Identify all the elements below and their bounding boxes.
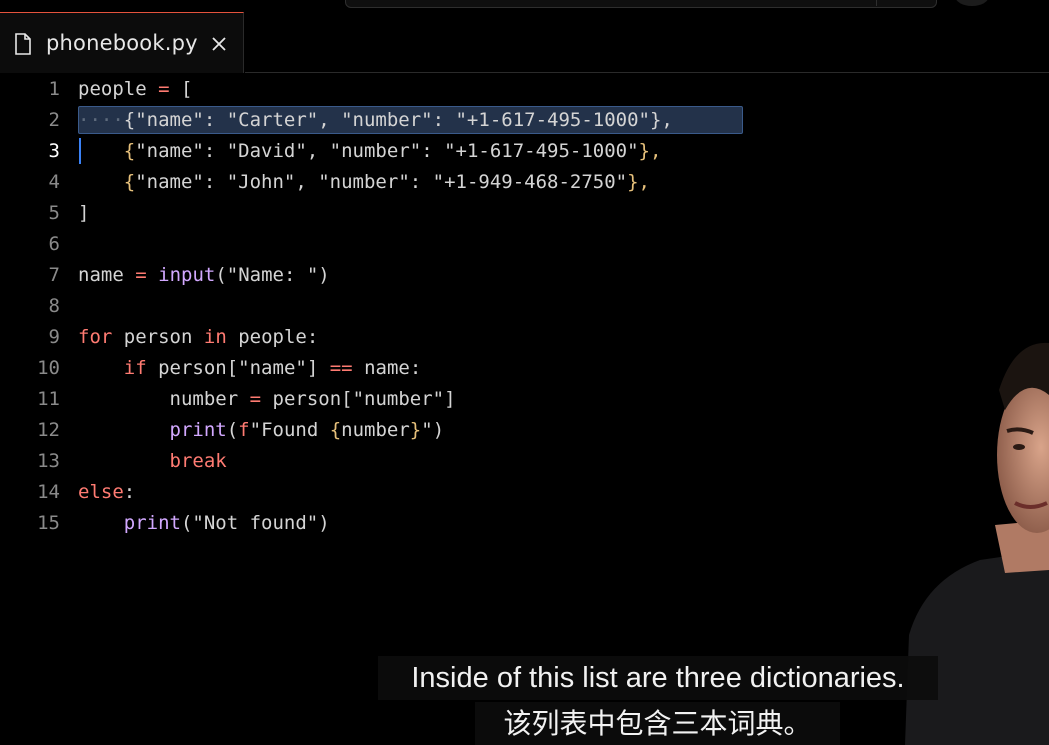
- code-text: people = [: [78, 78, 193, 100]
- close-icon[interactable]: [210, 35, 228, 53]
- line-number: 6: [48, 233, 60, 255]
- subtitle-english: Inside of this list are three dictionari…: [378, 656, 938, 700]
- line-number: 7: [48, 264, 60, 286]
- code-line: 15 print("Not found"): [0, 508, 1049, 539]
- tab-filename: phonebook.py: [46, 31, 198, 55]
- command-search-bar[interactable]: [345, 0, 937, 8]
- code-line: 7 name = input("Name: "): [0, 260, 1049, 291]
- code-line: 10 if person["name"] == name:: [0, 353, 1049, 384]
- line-number: 4: [48, 171, 60, 193]
- line-number: 9: [48, 326, 60, 348]
- top-bar: [0, 0, 1049, 12]
- line-number: 2: [48, 109, 60, 131]
- code-text: break: [169, 450, 227, 472]
- code-text: print("Not found"): [123, 512, 330, 534]
- code-line: 9 for person in people:: [0, 322, 1049, 353]
- code-text: for person in people:: [78, 326, 319, 348]
- tab-bar: phonebook.py: [0, 12, 1049, 73]
- code-line: 1 people = [: [0, 74, 1049, 105]
- code-text: number = person["number"]: [169, 388, 456, 410]
- account-icon[interactable]: [955, 0, 989, 6]
- code-line: 14 else:: [0, 477, 1049, 508]
- line-number: 5: [48, 202, 60, 224]
- code-text: {"name": "David", "number": "+1-617-495-…: [123, 140, 662, 162]
- code-text: else:: [78, 481, 136, 503]
- search-divider: [876, 0, 877, 6]
- code-text: if person["name"] == name:: [123, 357, 422, 379]
- line-number: 14: [37, 481, 60, 503]
- code-line: 5 ]: [0, 198, 1049, 229]
- code-line: 13 break: [0, 446, 1049, 477]
- line-number: 10: [37, 357, 60, 379]
- code-line: 8: [0, 291, 1049, 322]
- line-number: 12: [37, 419, 60, 441]
- line-number: 11: [37, 388, 60, 410]
- code-text: {"name": "John", "number": "+1-949-468-2…: [123, 171, 650, 193]
- file-icon: [15, 33, 31, 55]
- code-text: ····{"name": "Carter", "number": "+1-617…: [78, 109, 673, 131]
- code-line: 11 number = person["number"]: [0, 384, 1049, 415]
- tab-phonebook-py[interactable]: phonebook.py: [0, 12, 244, 73]
- code-line-active: 3 {"name": "David", "number": "+1-617-49…: [0, 136, 1049, 167]
- code-text: print(f"Found {number}"): [169, 419, 445, 441]
- line-number: 15: [37, 512, 60, 534]
- code-editor[interactable]: 1 people = [ 2 ····{"name": "Carter", "n…: [0, 73, 1049, 633]
- code-text: ]: [78, 202, 90, 224]
- code-line: 4 {"name": "John", "number": "+1-949-468…: [0, 167, 1049, 198]
- line-number: 8: [48, 295, 60, 317]
- subtitle-chinese: 该列表中包含三本词典。: [475, 702, 840, 745]
- line-number-active: 3: [48, 140, 60, 162]
- line-number: 13: [37, 450, 60, 472]
- code-line: 12 print(f"Found {number}"): [0, 415, 1049, 446]
- code-line: 6: [0, 229, 1049, 260]
- line-number: 1: [48, 78, 60, 100]
- code-text: name = input("Name: "): [78, 264, 330, 286]
- code-line-selected: 2 ····{"name": "Carter", "number": "+1-6…: [0, 105, 1049, 136]
